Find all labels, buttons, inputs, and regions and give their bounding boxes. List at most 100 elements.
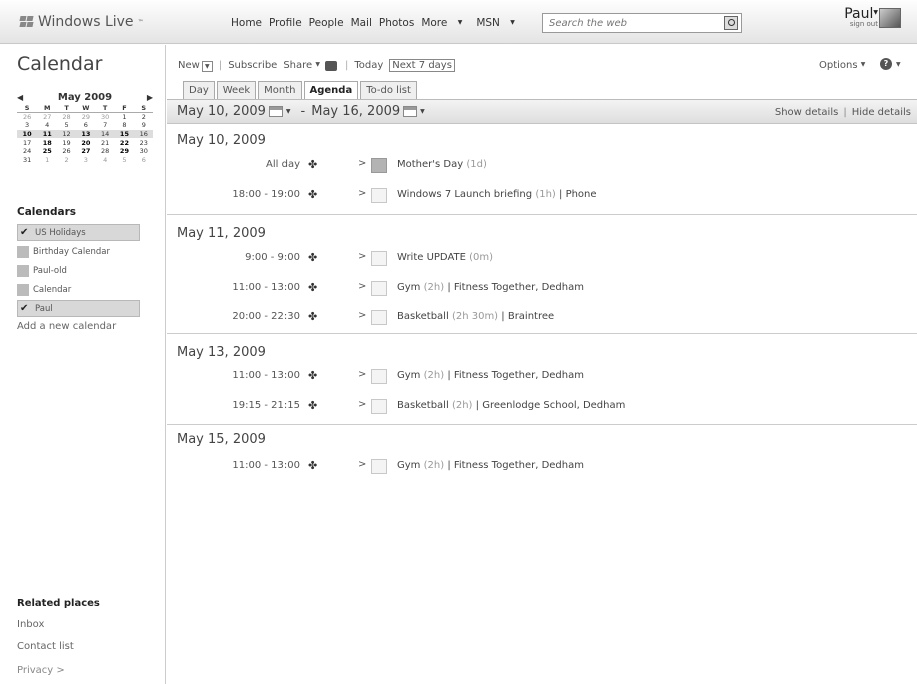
range-start-date[interactable]: May 10, 2009 [177,104,266,119]
mini-calendar-day[interactable]: 4 [96,155,114,164]
agenda-event[interactable]: 20:00 - 22:30 ✤ > Basketball (2h 30m) | Bra… [167,308,907,328]
mini-calendar-day[interactable]: 6 [135,155,153,164]
calendar-item[interactable]: ✔ US Holidays [17,224,140,241]
mini-calendar-day[interactable]: 24 [17,147,37,156]
move-icon[interactable]: ✤ [308,188,317,201]
search-icon[interactable] [724,16,738,30]
user-menu[interactable]: Paul▼ sign out [838,6,878,28]
move-icon[interactable]: ✤ [308,310,317,323]
mini-calendar-day[interactable]: 27 [76,147,96,156]
event-title[interactable]: Write UPDATE [397,252,466,263]
mini-calendar-day[interactable]: 2 [57,155,75,164]
mini-calendar-day[interactable]: 21 [96,138,114,147]
mini-calendar-day[interactable]: 5 [57,121,75,130]
move-icon[interactable]: ✤ [308,158,317,171]
search-input[interactable] [543,14,718,32]
mini-calendar-day[interactable]: 14 [95,129,115,139]
nav-mail[interactable]: Mail [351,17,372,29]
calendar-picker-icon[interactable] [268,106,283,117]
subscribe-button[interactable]: Subscribe [228,60,277,71]
calendar-item[interactable]: Paul-old [17,262,140,279]
dropdown-arrow-icon[interactable]: ▼ [201,60,213,72]
agenda-event[interactable]: 11:00 - 13:00 ✤ > Gym (2h) | Fitness Togeth… [167,457,907,477]
expand-chevron-icon[interactable]: > [358,399,366,410]
mini-calendar-day[interactable]: 26 [57,147,75,156]
mini-calendar-day[interactable]: 12 [57,129,76,139]
mini-calendar-day[interactable]: 3 [76,155,96,164]
contact-list-link[interactable]: Contact list [17,641,74,652]
mini-calendar-day[interactable]: 26 [17,113,37,122]
mini-calendar-day[interactable]: 15 [114,129,135,139]
agenda-event[interactable]: 9:00 - 9:00 ✤ > Write UPDATE (0m) [167,249,907,269]
event-title[interactable]: Gym [397,460,420,471]
mini-calendar-day[interactable]: 4 [37,121,57,130]
next-7-days-button[interactable]: Next 7 days [389,59,455,72]
mini-calendar-day[interactable]: 28 [57,113,75,122]
hide-details-link[interactable]: Hide details [852,107,911,118]
mini-calendar-day[interactable]: 5 [114,155,134,164]
checkmark-icon[interactable]: ✔ [20,227,31,238]
calendar-item[interactable]: ✔ Paul [17,300,140,317]
expand-chevron-icon[interactable]: > [358,281,366,292]
mini-calendar-day[interactable]: 7 [96,121,114,130]
calendar-color-swatch[interactable] [17,245,29,258]
move-icon[interactable]: ✤ [308,459,317,472]
mini-calendar-day[interactable]: 8 [114,121,134,130]
mini-calendar-day[interactable]: 6 [76,121,96,130]
mini-calendar-day[interactable]: 22 [114,138,134,147]
nav-photos[interactable]: Photos [379,17,414,29]
mini-calendar-day[interactable]: 28 [96,147,114,156]
tab-to-do-list[interactable]: To-do list [360,81,417,100]
expand-chevron-icon[interactable]: > [358,310,366,321]
mini-calendar-day[interactable]: 18 [37,138,57,147]
mini-calendar-day[interactable]: 1 [37,155,57,164]
agenda-event[interactable]: 19:15 - 21:15 ✤ > Basketball (2h) | Greenlo… [167,397,907,417]
nav-profile[interactable]: Profile [269,17,302,29]
move-icon[interactable]: ✤ [308,281,317,294]
mini-calendar-day[interactable]: 30 [96,113,114,122]
nav-home[interactable]: Home [231,17,262,29]
agenda-event[interactable]: 11:00 - 13:00 ✤ > Gym (2h) | Fitness Togeth… [167,279,907,299]
mini-calendar-day[interactable]: 29 [114,147,134,156]
calendar-color-swatch[interactable] [17,283,29,296]
mini-calendar-day[interactable]: 31 [17,155,37,164]
mini-calendar-day[interactable]: 3 [17,121,37,130]
agenda-event[interactable]: 18:00 - 19:00 ✤ > Windows 7 Launch briefing… [167,186,907,206]
inbox-link[interactable]: Inbox [17,619,44,630]
event-title[interactable]: Basketball [397,400,449,411]
mini-calendar-day[interactable]: 17 [17,138,37,147]
tab-week[interactable]: Week [216,81,257,100]
expand-chevron-icon[interactable]: > [358,158,366,169]
event-title[interactable]: Mother's Day [397,159,463,170]
tab-agenda[interactable]: Agenda [303,81,359,101]
mini-calendar-day[interactable]: 10 [17,129,38,139]
mini-calendar-day[interactable]: 11 [37,129,58,139]
windows-live-logo[interactable]: Windows Live ™ [19,14,144,30]
show-details-link[interactable]: Show details [775,107,838,118]
event-title[interactable]: Gym [397,282,420,293]
event-title[interactable]: Windows 7 Launch briefing [397,189,532,200]
chevron-down-icon[interactable]: ▼ [896,61,901,68]
mini-calendar-day[interactable]: 9 [135,121,153,130]
expand-chevron-icon[interactable]: > [358,188,366,199]
event-title[interactable]: Basketball [397,311,449,322]
tab-day[interactable]: Day [183,81,215,100]
range-end-date[interactable]: May 16, 2009 [311,104,400,119]
mini-calendar-day[interactable]: 25 [37,147,57,156]
expand-chevron-icon[interactable]: > [358,369,366,380]
move-icon[interactable]: ✤ [308,399,317,412]
mini-calendar-day[interactable]: 27 [37,113,57,122]
nav-msn[interactable]: MSN ▼ [476,17,522,29]
avatar[interactable] [879,8,901,28]
expand-chevron-icon[interactable]: > [358,251,366,262]
calendar-picker-icon[interactable] [403,106,418,117]
nav-people[interactable]: People [309,17,344,29]
checkmark-icon[interactable]: ✔ [20,303,31,314]
move-icon[interactable]: ✤ [308,251,317,264]
chevron-down-icon[interactable]: ▼ [420,108,425,115]
calendar-color-swatch[interactable] [17,264,29,277]
calendar-item[interactable]: Birthday Calendar [17,243,140,260]
options-menu[interactable]: Options ▼ [819,60,865,71]
next-month-icon[interactable]: ▶ [147,93,153,102]
tab-month[interactable]: Month [258,81,302,100]
